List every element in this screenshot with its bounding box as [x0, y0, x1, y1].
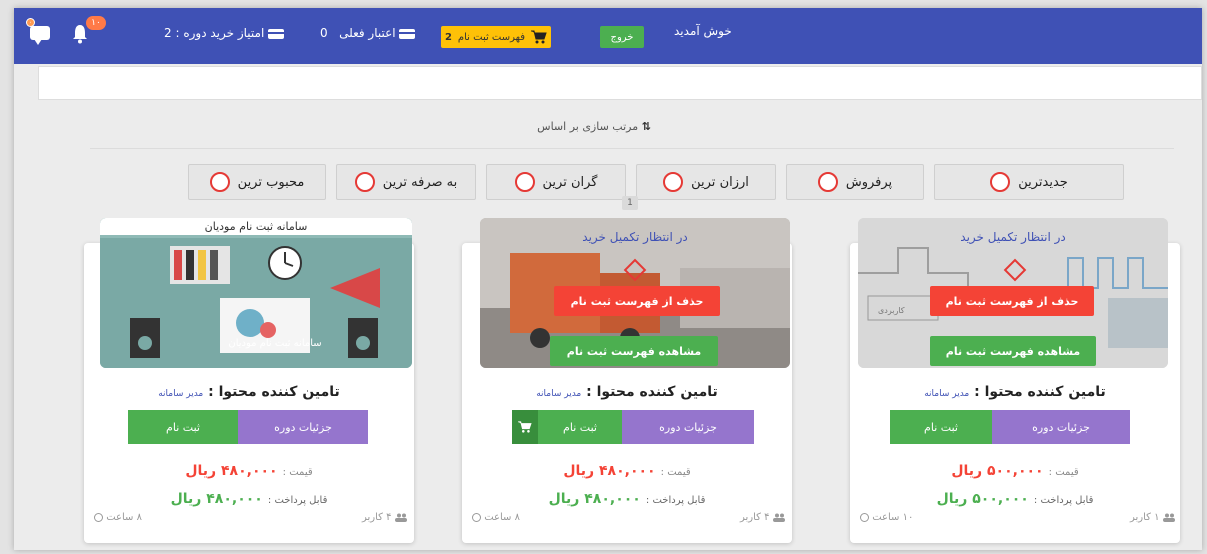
wallet-icon	[399, 28, 416, 39]
remove-from-list-button[interactable]: حذف از فهرست ثبت نام	[930, 286, 1094, 316]
users-count: ۴ کاربر	[740, 512, 785, 523]
users-icon	[1162, 513, 1175, 522]
clock-icon	[860, 512, 869, 522]
sort-cheapest[interactable]: ارزان ترین	[636, 164, 776, 200]
sort-arrows-icon: ⇅	[641, 120, 651, 133]
register-button[interactable]: ثبت نام	[128, 410, 238, 444]
radio-icon[interactable]	[514, 172, 535, 192]
search-bar[interactable]	[38, 66, 1202, 100]
course-title: سامانه ثبت نام مودیان	[100, 218, 412, 235]
users-icon	[394, 513, 407, 522]
course-duration: ۸ ساعت	[94, 512, 142, 523]
card-actions: ثبت نام جزئیات دوره	[890, 410, 1130, 444]
top-navbar: ۰ ۱۰ امتیاز خرید دوره : 2 0 اعتبار فعلی …	[14, 8, 1202, 64]
credit-card-icon	[268, 28, 285, 39]
clock-icon	[472, 512, 481, 522]
view-list-button[interactable]: مشاهده فهرست ثبت نام	[550, 336, 718, 366]
page-number[interactable]: 1	[622, 196, 638, 210]
bell-icon[interactable]	[72, 24, 88, 44]
course-overlay-title: سامانه ثبت نام مودیان	[228, 338, 322, 349]
register-button[interactable]: ثبت نام	[538, 410, 622, 444]
payable-amount: قابل پرداخت : ۴۸۰,۰۰۰ ریال	[170, 491, 328, 507]
chat-badge: ۰	[26, 18, 35, 27]
cart-icon	[518, 421, 532, 433]
course-price: قیمت : ۵۰۰,۰۰۰ ریال	[951, 463, 1079, 479]
sort-label: ⇅ مرتب سازی بر اساس	[537, 120, 651, 133]
sort-most-expensive[interactable]: گران ترین	[486, 164, 626, 200]
sort-most-popular[interactable]: محبوب ترین	[188, 164, 326, 200]
radio-icon[interactable]	[990, 172, 1011, 192]
users-count: ۴ کاربر	[362, 512, 407, 523]
page-frame: ۰ ۱۰ امتیاز خرید دوره : 2 0 اعتبار فعلی …	[14, 8, 1202, 550]
users-count: ۱ کاربر	[1130, 512, 1175, 523]
payable-amount: قابل پرداخت : ۵۰۰,۰۰۰ ریال	[936, 491, 1094, 507]
radio-icon[interactable]	[209, 172, 230, 192]
course-details-button[interactable]: جزئیات دوره	[238, 410, 368, 444]
clock-icon	[94, 512, 103, 522]
radio-icon[interactable]	[817, 172, 838, 192]
divider	[90, 148, 1174, 149]
course-thumbnail: سامانه ثبت نام مودیان سامانه ثبت نام مود…	[100, 218, 412, 368]
course-status: در انتظار تکمیل خرید	[960, 230, 1066, 244]
course-price: قیمت : ۴۸۰,۰۰۰ ریال	[185, 463, 313, 479]
course-duration: ۸ ساعت	[472, 512, 520, 523]
sort-best-value[interactable]: به صرفه ترین	[336, 164, 476, 200]
svg-text:کاربردی: کاربردی	[878, 306, 905, 315]
sort-bestselling[interactable]: پرفروش	[786, 164, 924, 200]
card-actions: ثبت نام جزئیات دوره	[512, 410, 754, 444]
view-list-button[interactable]: مشاهده فهرست ثبت نام	[930, 336, 1096, 366]
course-points: امتیاز خرید دوره : 2	[164, 26, 285, 40]
payable-amount: قابل پرداخت : ۴۸۰,۰۰۰ ریال	[548, 491, 706, 507]
content-provider: تامین کننده محتوا : مدیر سامانه	[924, 384, 1106, 400]
radio-icon[interactable]	[663, 172, 684, 192]
current-credit: 0 اعتبار فعلی	[320, 26, 416, 40]
card-actions: ثبت نام جزئیات دوره	[128, 410, 368, 444]
sort-newest[interactable]: جدیدترین	[934, 164, 1124, 200]
users-icon	[772, 513, 785, 522]
register-button[interactable]: ثبت نام	[890, 410, 992, 444]
chat-icon[interactable]	[30, 26, 50, 45]
content-provider: تامین کننده محتوا : مدیر سامانه	[158, 384, 340, 400]
course-status: در انتظار تکمیل خرید	[582, 230, 688, 244]
welcome-text: خوش آمدید	[674, 24, 732, 38]
cart-button[interactable]: 2 فهرست ثبت نام	[441, 26, 551, 48]
logout-button[interactable]: خروج	[600, 26, 644, 48]
course-price: قیمت : ۴۸۰,۰۰۰ ریال	[563, 463, 691, 479]
course-details-button[interactable]: جزئیات دوره	[622, 410, 754, 444]
content-provider: تامین کننده محتوا : مدیر سامانه	[536, 384, 718, 400]
course-duration: ۱۰ ساعت	[860, 512, 913, 523]
remove-from-list-button[interactable]: حذف از فهرست ثبت نام	[554, 286, 720, 316]
cart-icon	[531, 30, 547, 44]
radio-icon[interactable]	[354, 172, 375, 192]
add-to-cart-button[interactable]	[512, 410, 538, 444]
course-details-button[interactable]: جزئیات دوره	[992, 410, 1130, 444]
notification-badge: ۱۰	[86, 16, 106, 30]
